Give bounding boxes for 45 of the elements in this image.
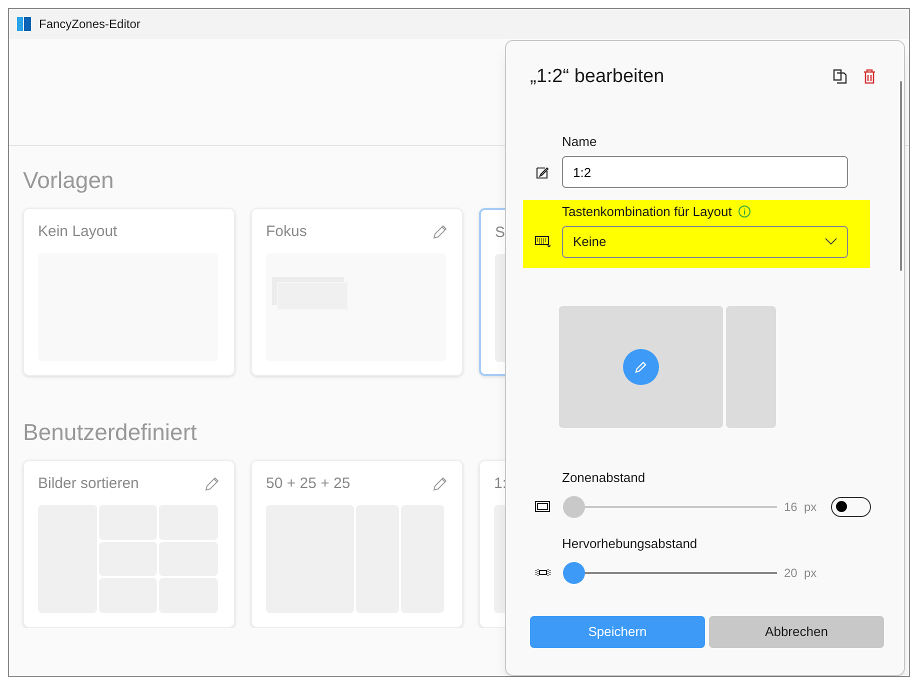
- edit-layout-button[interactable]: [623, 348, 659, 384]
- chevron-down-icon: [825, 238, 837, 245]
- slider-value: 20: [784, 564, 798, 582]
- layout-card[interactable]: 50 + 25 + 25: [251, 460, 463, 628]
- card-title: 50 + 25 + 25: [266, 474, 350, 494]
- rename-icon: [536, 166, 549, 178]
- spacing-icon: [535, 567, 551, 578]
- layout-card[interactable]: Fokus: [251, 208, 463, 376]
- layout-zone[interactable]: [559, 306, 723, 428]
- slider-track[interactable]: [563, 496, 777, 518]
- slider-label: Zonenabstand: [562, 470, 646, 484]
- app-icon: [17, 17, 31, 31]
- slider-value: 16: [784, 498, 798, 516]
- section-heading: Benutzerdefiniert: [23, 418, 198, 447]
- pencil-icon[interactable]: [204, 476, 220, 492]
- card-title: Fokus: [266, 222, 307, 242]
- layout-card[interactable]: 1:: [479, 460, 506, 628]
- slider-label: Hervorhebungsabstand: [562, 536, 698, 550]
- pencil-icon[interactable]: [432, 224, 448, 240]
- layout-card[interactable]: S: [479, 208, 506, 376]
- hotkey-dropdown[interactable]: Keine: [562, 226, 848, 258]
- card-title: S: [495, 222, 506, 243]
- info-icon[interactable]: [738, 205, 751, 218]
- pencil-icon: [634, 360, 648, 374]
- section-heading: Vorlagen: [23, 166, 115, 195]
- window-title: FancyZones-Editor: [39, 16, 140, 33]
- dialog-button[interactable]: Abbrechen: [709, 616, 884, 648]
- field-label: Name: [562, 132, 598, 150]
- copy-icon[interactable]: [833, 69, 847, 84]
- delete-icon[interactable]: [863, 69, 876, 84]
- dialog-title: „1:2“ bearbeiten: [530, 65, 664, 89]
- field-label: Tastenkombination für Layout: [562, 203, 732, 221]
- card-title: Kein Layout: [38, 222, 118, 242]
- pencil-icon[interactable]: [432, 476, 448, 492]
- card-title: 1:: [494, 474, 506, 494]
- card-title: Bilder sortieren: [38, 474, 139, 494]
- zone-frame-icon: [535, 501, 550, 512]
- unit-label: px: [804, 498, 817, 516]
- slider-thumb[interactable]: [563, 562, 585, 584]
- keyboard-icon: [535, 236, 551, 248]
- dialog-button[interactable]: Speichern: [530, 616, 705, 648]
- unit-label: px: [804, 564, 817, 582]
- name-input-field[interactable]: 1:2: [562, 156, 848, 188]
- layout-card[interactable]: Bilder sortieren: [23, 460, 235, 628]
- slider-track[interactable]: [563, 562, 777, 584]
